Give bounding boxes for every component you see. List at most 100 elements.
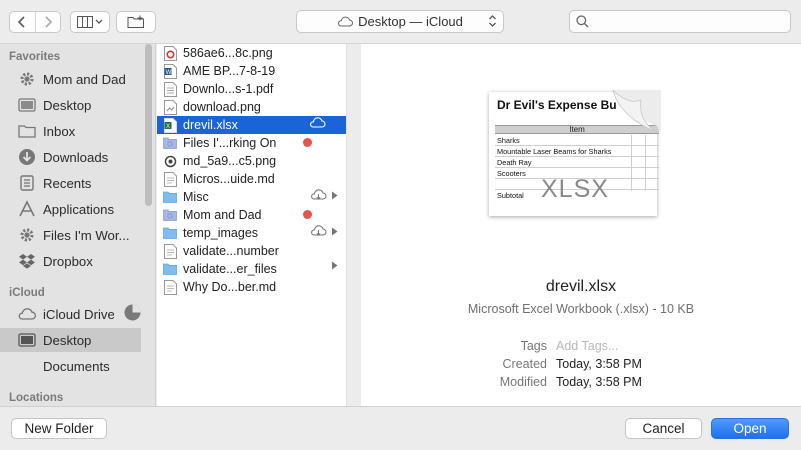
documents-icon (17, 356, 37, 376)
file-name: validate...number (183, 244, 279, 258)
sheet-row: Mountable Laser Beams for Sharks (495, 146, 659, 157)
file-name: Mom and Dad (183, 208, 262, 222)
sidebar-item-label: Recents (43, 175, 92, 191)
list-item[interactable]: 586ae6...8c.png (157, 44, 346, 62)
search-input[interactable] (569, 10, 791, 33)
list-item[interactable]: Downlo...s-1.pdf (157, 80, 346, 98)
pdf-file-icon (163, 81, 177, 97)
sidebar-item-mom-and-dad[interactable]: Mom and Dad (0, 67, 141, 91)
sidebar-item-files-im-working-on[interactable]: Files I'm Wor... (0, 223, 141, 247)
sidebar-item-documents[interactable]: Documents (0, 354, 141, 378)
text-file-icon (163, 171, 177, 187)
modified-value: Today, 3:58 PM (556, 375, 642, 389)
preview-file-name: drevil.xlsx (545, 278, 617, 295)
nav-buttons (9, 11, 61, 33)
image-file-icon (163, 154, 177, 169)
sheet-column-divider (631, 135, 632, 191)
sidebar-scrollbar[interactable] (145, 44, 152, 206)
new-folder-icon (127, 15, 144, 28)
sidebar-item-applications[interactable]: Applications (0, 197, 141, 221)
disclosure-arrow-icon (332, 261, 338, 270)
list-item[interactable]: Mom and Dad (157, 206, 346, 224)
recents-icon (17, 173, 37, 193)
downloads-icon (17, 147, 37, 167)
cloud-icon (17, 304, 37, 324)
sidebar-item-recents[interactable]: Recents (0, 171, 141, 195)
gear-folder-icon (17, 69, 37, 89)
list-item[interactable]: W AME BP...7-8-19 (157, 62, 346, 80)
sidebar-item-label: Files I'm Wor... (43, 227, 130, 243)
file-name: md_5a9...c5.png (183, 154, 277, 168)
locations-section-title: Locations (9, 392, 64, 404)
sidebar-item-downloads[interactable]: Downloads (0, 145, 141, 169)
image-file-icon (163, 45, 177, 61)
sheet-column-divider (645, 135, 646, 191)
columns-view-icon (77, 16, 103, 28)
bottom-bar: New Folder Cancel Open (0, 406, 801, 450)
desktop-icon (17, 330, 37, 350)
sidebar-item-inbox[interactable]: Inbox (0, 119, 141, 143)
forward-button[interactable] (34, 12, 61, 32)
svg-text:X: X (166, 124, 170, 130)
sidebar-item-dropbox[interactable]: Dropbox (0, 249, 141, 273)
svg-text:W: W (165, 70, 171, 76)
open-button[interactable]: Open (711, 418, 789, 439)
sidebar: Favorites Mom and Dad Desktop Inbox Down… (0, 44, 156, 406)
back-button[interactable] (10, 12, 35, 32)
red-tag-icon (303, 210, 312, 219)
dropbox-icon (17, 251, 37, 271)
sidebar-item-label: Dropbox (43, 253, 93, 269)
cloud-icon (338, 16, 354, 27)
list-item-selected[interactable]: X drevil.xlsx (157, 116, 346, 134)
list-item[interactable]: download.png (157, 98, 346, 116)
sidebar-item-label: Downloads (43, 149, 109, 165)
list-item[interactable]: Files I'...rking On (157, 134, 346, 152)
file-name: Downlo...s-1.pdf (183, 82, 274, 96)
add-tags-field[interactable]: Add Tags... (556, 339, 618, 353)
favorites-section-title: Favorites (9, 51, 61, 63)
sidebar-item-label: iCloud Drive (43, 306, 114, 322)
desktop-icon (17, 95, 37, 115)
folder-icon (163, 136, 177, 151)
list-item[interactable]: Why Do...ber.md (157, 278, 346, 296)
sidebar-item-icloud-desktop[interactable]: Desktop (0, 328, 141, 352)
location-popup[interactable]: Desktop — iCloud (296, 10, 504, 33)
location-label: Desktop — iCloud (358, 14, 463, 29)
created-value: Today, 3:58 PM (556, 357, 642, 371)
red-tag-icon (303, 138, 312, 147)
file-list: 586ae6...8c.png W AME BP...7-8-19 Downlo… (157, 44, 347, 406)
created-label: Created (502, 357, 547, 371)
list-item[interactable]: Micros...uide.md (157, 170, 346, 188)
preview-file-kind: Microsoft Excel Workbook (.xlsx) - 10 KB (467, 302, 695, 316)
file-name: Micros...uide.md (183, 172, 275, 186)
applications-icon (17, 199, 37, 219)
file-name: Files I'...rking On (183, 136, 277, 150)
cloud-download-icon[interactable] (310, 189, 327, 201)
sidebar-item-icloud-drive[interactable]: iCloud Drive (0, 302, 141, 326)
icloud-section-title: iCloud (9, 287, 45, 299)
sidebar-item-desktop[interactable]: Desktop (0, 93, 141, 117)
folder-icon (17, 121, 37, 141)
search-icon (576, 15, 589, 28)
modified-label: Modified (499, 375, 547, 389)
preview-pane: Dr Evil's Expense Budg Item Sharks Mount… (361, 44, 801, 406)
list-item[interactable]: validate...number (157, 242, 346, 260)
new-folder-toolbar-button[interactable] (116, 11, 156, 33)
chevron-left-icon (18, 16, 25, 28)
list-item[interactable]: validate...er_files (157, 260, 346, 278)
file-name: Why Do...ber.md (183, 280, 277, 294)
disclosure-arrow-icon (332, 227, 338, 235)
cloud-download-icon[interactable] (310, 225, 327, 237)
file-name: download.png (183, 100, 261, 114)
list-item[interactable]: Misc (157, 188, 346, 206)
page-curl-icon (609, 90, 661, 134)
folder-icon (163, 208, 177, 223)
new-folder-button[interactable]: New Folder (11, 418, 107, 439)
word-file-icon: W (163, 63, 177, 79)
list-item[interactable]: md_5a9...c5.png (157, 152, 346, 170)
chevron-right-icon (45, 16, 52, 28)
text-file-icon (163, 279, 177, 295)
view-mode-button[interactable] (70, 11, 110, 33)
list-item[interactable]: temp_images (157, 224, 346, 242)
cancel-button[interactable]: Cancel (625, 418, 702, 439)
